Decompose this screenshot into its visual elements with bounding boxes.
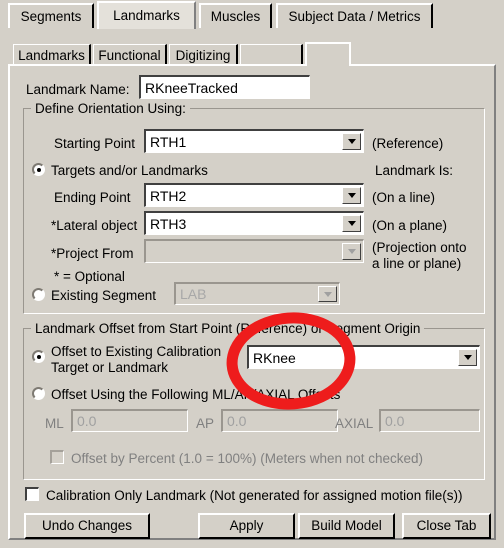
application-window: Segments Landmarks Muscles Subject Data … <box>0 0 504 548</box>
offset-existing-combo[interactable]: RKnee <box>247 345 480 369</box>
ending-point-label: Ending Point <box>54 190 131 205</box>
apply-button[interactable]: Apply <box>198 513 295 539</box>
existing-segment-combo[interactable]: LAB <box>174 282 340 305</box>
existing-segment-value: LAB <box>180 286 207 302</box>
ending-point-note: (On a line) <box>372 190 436 205</box>
apply-label: Apply <box>229 518 264 534</box>
checkbox-offset-by-percent[interactable] <box>50 450 64 464</box>
lateral-object-combo[interactable]: RTH3 <box>144 211 364 235</box>
radio-existing-segment[interactable] <box>32 288 45 301</box>
chevron-down-icon[interactable] <box>342 187 361 204</box>
starting-point-combo[interactable]: RTH1 <box>144 129 364 153</box>
lateral-object-label: *Lateral object <box>51 218 138 233</box>
radio-targets-landmarks-label: Targets and/or Landmarks <box>51 163 208 178</box>
lateral-object-note: (On a plane) <box>372 218 448 233</box>
subtab-blank-2[interactable] <box>305 42 351 66</box>
landmark-editor-panel: Landmark Name: RKneeTracked Define Orien… <box>8 64 496 540</box>
landmark-name-input[interactable]: RKneeTracked <box>139 75 310 99</box>
checkbox-offset-by-percent-label: Offset by Percent (1.0 = 100%) (Meters w… <box>71 451 424 466</box>
project-from-label: *Project From <box>51 246 134 261</box>
landmark-name-label: Landmark Name: <box>26 82 130 97</box>
tab-muscles-label: Muscles <box>210 8 261 24</box>
radio-offset-existing-label-line2: Target or Landmark <box>51 360 169 375</box>
lateral-object-value: RTH3 <box>150 215 187 232</box>
chevron-down-icon[interactable] <box>318 286 337 302</box>
ml-label: ML <box>45 416 64 431</box>
subtab-landmarks-label: Landmarks <box>18 47 85 63</box>
starting-point-value: RTH1 <box>150 133 187 150</box>
build-model-label: Build Model <box>311 518 382 534</box>
tab-segments-label: Segments <box>20 8 82 24</box>
undo-changes-button[interactable]: Undo Changes <box>24 513 150 539</box>
ending-point-value: RTH2 <box>150 187 187 204</box>
axial-input[interactable]: 0.0 <box>379 409 480 432</box>
offset-existing-value: RKnee <box>253 349 296 366</box>
radio-offset-mlapaxial[interactable] <box>32 387 45 400</box>
project-from-combo[interactable] <box>144 239 364 263</box>
axial-label: AXIAL <box>335 416 374 431</box>
outer-tab-strip: Segments Landmarks Muscles Subject Data … <box>0 0 504 32</box>
undo-changes-label: Undo Changes <box>41 518 133 534</box>
optional-note: * = Optional <box>54 269 125 284</box>
ap-value: 0.0 <box>227 413 247 429</box>
landmark-offset-legend: Landmark Offset from Start Point (Refere… <box>31 322 425 336</box>
radio-existing-segment-label: Existing Segment <box>51 288 157 303</box>
landmark-name-value: RKneeTracked <box>145 79 238 96</box>
ml-value: 0.0 <box>77 413 97 429</box>
subtab-blank-1[interactable] <box>240 44 303 66</box>
tab-landmarks-label: Landmarks <box>113 8 180 24</box>
tab-muscles[interactable]: Muscles <box>199 3 272 28</box>
tab-segments[interactable]: Segments <box>8 3 94 28</box>
checkbox-calibration-only-label: Calibration Only Landmark (Not generated… <box>46 488 463 503</box>
project-from-note-line2: a line or plane) <box>372 256 462 271</box>
close-tab-button[interactable]: Close Tab <box>402 513 491 539</box>
project-from-note-line1: (Projection onto <box>372 240 467 255</box>
tab-subject-data-metrics[interactable]: Subject Data / Metrics <box>276 3 433 28</box>
tab-landmarks[interactable]: Landmarks <box>97 1 196 29</box>
subtab-functional-label: Functional <box>98 47 161 63</box>
ending-point-combo[interactable]: RTH2 <box>144 183 364 207</box>
checkbox-calibration-only[interactable] <box>25 487 39 501</box>
radio-offset-existing-label-line1: Offset to Existing Calibration <box>51 344 222 359</box>
close-tab-label: Close Tab <box>416 518 477 534</box>
radio-offset-existing[interactable] <box>32 350 45 363</box>
radio-offset-mlapaxial-label: Offset Using the Following ML/AP/AXIAL O… <box>51 387 341 402</box>
starting-point-label: Starting Point <box>54 136 136 151</box>
ap-label: AP <box>196 416 215 431</box>
build-model-button[interactable]: Build Model <box>298 513 395 539</box>
subtab-functional[interactable]: Functional <box>93 44 167 66</box>
starting-point-note: (Reference) <box>372 136 444 151</box>
chevron-down-icon[interactable] <box>342 243 361 260</box>
chevron-down-icon[interactable] <box>458 349 477 366</box>
axial-value: 0.0 <box>385 413 405 429</box>
ml-input[interactable]: 0.0 <box>71 409 188 432</box>
chevron-down-icon[interactable] <box>342 133 361 150</box>
radio-targets-landmarks[interactable] <box>32 163 45 176</box>
ap-input[interactable]: 0.0 <box>221 409 338 432</box>
subtab-digitizing-label: Digitizing <box>175 47 231 63</box>
landmark-is-label: Landmark Is: <box>375 163 454 178</box>
define-orientation-legend: Define Orientation Using: <box>31 102 190 116</box>
inner-tab-strip: Landmarks Functional Digitizing <box>0 40 504 66</box>
subtab-digitizing[interactable]: Digitizing <box>169 44 238 66</box>
tab-subject-data-metrics-label: Subject Data / Metrics <box>288 8 421 24</box>
subtab-landmarks[interactable]: Landmarks <box>13 44 91 66</box>
chevron-down-icon[interactable] <box>342 215 361 232</box>
